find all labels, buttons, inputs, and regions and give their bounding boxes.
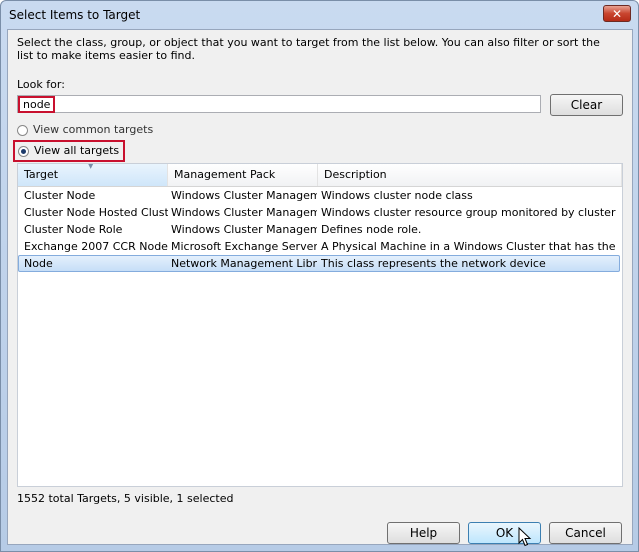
target-cell: Cluster Node Hosted Cluster [24,206,168,219]
view-all-targets-option[interactable]: View all targets [13,140,126,162]
title-bar[interactable]: Select Items to Target ✕ [1,1,638,29]
targets-grid[interactable]: ▼ Target Management Pack Description Clu… [17,163,623,487]
table-row[interactable]: Cluster Node Hosted Cluster Windows Clus… [18,204,620,221]
instructions-text: Select the class, group, or object that … [17,36,600,62]
target-cell: Node [24,257,53,270]
help-button[interactable]: Help [387,522,460,544]
management-pack-cell: Windows Cluster Manageme [171,223,317,236]
table-row[interactable]: Exchange 2007 CCR Node R Microsoft Excha… [18,238,620,255]
look-for-value: node [18,96,56,113]
management-pack-cell: Windows Cluster Manageme [171,206,317,219]
cancel-button[interactable]: Cancel [549,522,622,544]
look-for-input[interactable]: node [17,95,541,113]
dialog-body: Select the class, group, or object that … [7,29,633,547]
target-cell: Exchange 2007 CCR Node R [24,240,168,253]
view-common-targets-label: View common targets [33,123,154,136]
dialog-title: Select Items to Target [9,8,141,22]
clear-button[interactable]: Clear [550,94,623,116]
management-pack-cell: Network Management Librar [171,257,317,270]
column-header-description[interactable]: Description [318,164,622,186]
description-cell: This class represents the network device [321,257,546,270]
description-cell: Windows cluster resource group monitored… [321,206,619,219]
column-header-management-pack[interactable]: Management Pack [168,164,318,186]
target-cell: Cluster Node Role [24,223,123,236]
table-row[interactable]: Cluster Node Windows Cluster Manageme Wi… [18,187,620,204]
mouse-pointer-icon [518,527,532,547]
view-common-targets-option[interactable]: View common targets [17,122,153,138]
description-cell: Windows cluster node class [321,189,473,202]
view-all-targets-radio[interactable] [18,145,29,157]
column-header-target[interactable]: ▼ Target [18,164,168,186]
close-icon: ✕ [611,7,623,21]
management-pack-cell: Windows Cluster Manageme [171,189,317,202]
description-cell: A Physical Machine in a Windows Cluster … [321,240,619,253]
look-for-label: Look for: [17,78,65,91]
dialog-window: Select Items to Target ✕ Select the clas… [0,0,639,552]
description-cell: Defines node role. [321,223,422,236]
sort-arrow-icon: ▼ [88,163,94,170]
grid-header: ▼ Target Management Pack Description [18,164,622,187]
management-pack-cell: Microsoft Exchange Server 2 [171,240,317,253]
close-button[interactable]: ✕ [603,5,631,22]
status-text: 1552 total Targets, 5 visible, 1 selecte… [17,492,234,505]
target-cell: Cluster Node [24,189,96,202]
view-all-targets-label: View all targets [34,144,120,157]
table-row[interactable]: Cluster Node Role Windows Cluster Manage… [18,221,620,238]
view-common-targets-radio[interactable] [17,124,28,136]
table-row-selected[interactable]: Node Network Management Librar This clas… [18,255,620,272]
